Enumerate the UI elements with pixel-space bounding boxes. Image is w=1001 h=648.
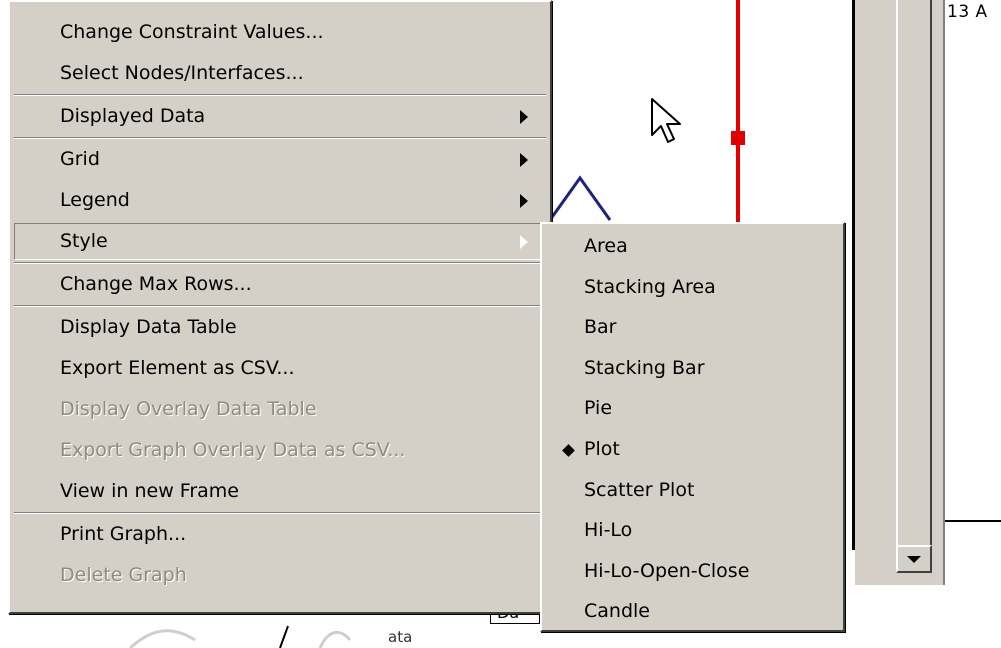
menu-item-label: Print Graph...: [60, 523, 187, 545]
menu-item-change-max-rows[interactable]: Change Max Rows...: [10, 264, 550, 305]
menu-item-print-graph[interactable]: Print Graph...: [10, 514, 550, 555]
submenu-arrow-icon: [520, 235, 528, 249]
style-option-label: Stacking Bar: [584, 356, 705, 379]
menu-item-label: Select Nodes/Interfaces...: [60, 62, 304, 84]
graph-curve: [548, 175, 612, 221]
style-option-plot[interactable]: Plot: [542, 429, 843, 470]
style-option-candle[interactable]: Candle: [542, 591, 843, 632]
menu-item-label: Display Overlay Data Table: [60, 398, 317, 420]
style-submenu: Area Stacking Area Bar Stacking Bar Pie …: [540, 222, 845, 632]
menu-item-label: Display Data Table: [60, 316, 237, 338]
graph-context-menu: Change Constraint Values... Select Nodes…: [8, 0, 552, 614]
menu-item-label: Style: [60, 230, 108, 252]
menu-item-label: Legend: [60, 189, 130, 211]
style-option-stacking-bar[interactable]: Stacking Bar: [542, 348, 843, 389]
style-option-label: Bar: [584, 316, 617, 339]
time-marker-line[interactable]: [736, 0, 740, 236]
style-option-label: Pie: [584, 397, 613, 420]
menu-item-label: Delete Graph: [60, 564, 187, 586]
style-option-label: Hi-Lo-Open-Close: [584, 559, 750, 582]
menu-item-displayed-data[interactable]: Displayed Data: [10, 96, 550, 137]
chevron-down-icon: [907, 555, 921, 563]
menu-item-export-element-csv[interactable]: Export Element as CSV...: [10, 348, 550, 389]
style-option-bar[interactable]: Bar: [542, 307, 843, 348]
menu-item-select-nodes-interfaces[interactable]: Select Nodes/Interfaces...: [10, 53, 550, 94]
adjacent-pane-text: 13 A: [947, 2, 988, 22]
menu-item-label: Grid: [60, 148, 100, 170]
lower-panel-text: ata: [388, 628, 413, 646]
style-option-label: Candle: [584, 600, 650, 623]
style-option-label: Stacking Area: [584, 275, 716, 298]
radio-bullet-icon: [562, 444, 575, 457]
adjacent-pane-border: [945, 520, 1001, 522]
lower-panel-graphic: [128, 625, 352, 648]
menu-item-label: Export Element as CSV...: [60, 357, 295, 379]
menu-item-label: Change Max Rows...: [60, 273, 252, 295]
style-option-pie[interactable]: Pie: [542, 388, 843, 429]
menu-item-label: Displayed Data: [60, 105, 206, 127]
menu-item-view-in-new-frame[interactable]: View in new Frame: [10, 471, 550, 512]
style-option-stacking-area[interactable]: Stacking Area: [542, 267, 843, 308]
mouse-pointer-icon: [651, 98, 681, 143]
submenu-arrow-icon: [520, 153, 528, 167]
style-option-hi-lo-open-close[interactable]: Hi-Lo-Open-Close: [542, 551, 843, 592]
menu-item-export-graph-overlay-csv: Export Graph Overlay Data as CSV...: [10, 430, 550, 471]
menu-item-label: View in new Frame: [60, 480, 239, 502]
style-option-label: Area: [584, 235, 628, 257]
style-option-hi-lo[interactable]: Hi-Lo: [542, 510, 843, 551]
style-option-label: Plot: [584, 437, 620, 460]
menu-item-grid[interactable]: Grid: [10, 139, 550, 180]
style-option-label: Scatter Plot: [584, 478, 695, 501]
vertical-scrollbar-track[interactable]: [896, 0, 932, 545]
style-option-label: Hi-Lo: [584, 519, 633, 542]
menu-item-label: Change Constraint Values...: [60, 21, 324, 43]
scroll-down-button[interactable]: [896, 545, 932, 573]
menu-item-label: Export Graph Overlay Data as CSV...: [60, 439, 406, 461]
menu-item-display-overlay-data-table: Display Overlay Data Table: [10, 389, 550, 430]
submenu-arrow-icon: [520, 110, 528, 124]
style-option-scatter-plot[interactable]: Scatter Plot: [542, 470, 843, 511]
menu-item-legend[interactable]: Legend: [10, 180, 550, 221]
menu-item-change-constraint-values[interactable]: Change Constraint Values...: [10, 12, 550, 53]
menu-item-style[interactable]: Style: [10, 221, 550, 262]
adjacent-pane: [945, 0, 1001, 520]
submenu-arrow-icon: [520, 194, 528, 208]
menu-item-display-data-table[interactable]: Display Data Table: [10, 307, 550, 348]
time-marker-handle[interactable]: [731, 131, 745, 145]
style-option-area[interactable]: Area: [542, 226, 843, 267]
menu-item-delete-graph: Delete Graph: [10, 555, 550, 596]
